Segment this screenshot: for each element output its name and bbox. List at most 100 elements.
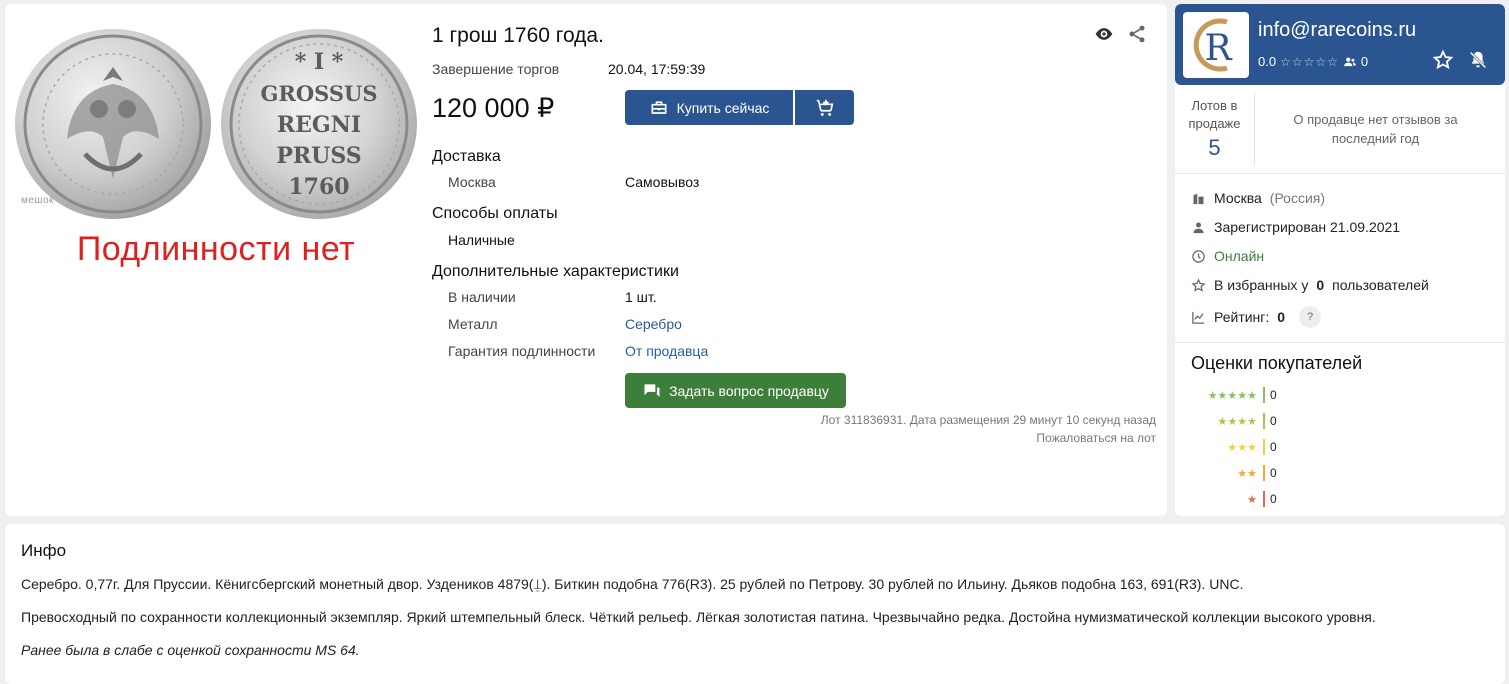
bell-off-icon[interactable] bbox=[1467, 49, 1489, 71]
seller-registered: Зарегистрирован 21.09.2021 bbox=[1191, 219, 1400, 235]
seller-rating: 0.0 ☆☆☆☆☆ 0 bbox=[1258, 54, 1368, 69]
rating-help-button[interactable]: ? bbox=[1299, 306, 1322, 328]
rating-row-5: ★★★★★ 0 bbox=[1195, 386, 1495, 404]
seller-location: Москва (Россия) bbox=[1191, 190, 1325, 206]
rating-stars-4: ★★★★ bbox=[1217, 415, 1257, 428]
seller-status: Онлайн bbox=[1191, 248, 1264, 264]
seller-rating-row: Рейтинг: 0 ? bbox=[1191, 306, 1322, 328]
seller-divider-2 bbox=[1175, 342, 1505, 343]
payment-title: Способы оплаты bbox=[432, 205, 558, 222]
lots-in-sale[interactable]: Лотов в продаже 5 bbox=[1175, 93, 1255, 165]
user-icon bbox=[1193, 222, 1204, 233]
rating-stars-2: ★★ bbox=[1237, 467, 1257, 480]
rating-count-1: 0 bbox=[1270, 492, 1277, 506]
delivery-city: Москва bbox=[448, 174, 496, 190]
char-label-stock: В наличии bbox=[448, 289, 516, 305]
seller-country: (Россия) bbox=[1269, 190, 1326, 206]
coin-obverse-image[interactable] bbox=[15, 29, 211, 219]
char-value-metal-link[interactable]: Серебро bbox=[625, 316, 682, 332]
briefcase-icon bbox=[651, 100, 667, 114]
char-value-stock: 1 шт. bbox=[625, 289, 657, 305]
lot-meta: Лот 311836931. Дата размещения 29 минут … bbox=[820, 413, 1156, 427]
trend-icon bbox=[1192, 311, 1205, 324]
rating-stars-3: ★★★ bbox=[1227, 441, 1257, 454]
star-outline-icon bbox=[1191, 277, 1206, 292]
rating-bar-5 bbox=[1263, 387, 1265, 403]
rating-count-3: 0 bbox=[1270, 440, 1277, 454]
char-label-metal: Металл bbox=[448, 316, 498, 332]
lots-count: 5 bbox=[1208, 135, 1221, 160]
coin-obverse-art bbox=[23, 34, 203, 214]
svg-text:PRUSS: PRUSS bbox=[276, 143, 361, 169]
share-icon[interactable] bbox=[1127, 24, 1147, 44]
lot-price: 120 000 ₽ bbox=[432, 93, 555, 123]
buy-now-button[interactable]: Купить сейчас bbox=[625, 90, 793, 125]
seller-city: Москва bbox=[1214, 190, 1262, 206]
eye-icon[interactable] bbox=[1094, 24, 1114, 44]
delivery-title: Доставка bbox=[432, 148, 501, 165]
auction-end-value: 20.04, 17:59:39 bbox=[608, 61, 706, 77]
favorites-count: 0 bbox=[1316, 277, 1325, 293]
rating-value: 0 bbox=[1277, 309, 1286, 325]
rating-row-4: ★★★★ 0 bbox=[1195, 412, 1495, 430]
lot-title: 1 грош 1760 года. bbox=[432, 24, 604, 47]
rating-row-1: ★ 0 bbox=[1195, 490, 1495, 508]
add-cart-icon bbox=[816, 99, 833, 116]
info-paragraph-1: Серебро. 0,77г. Для Пруссии. Кёнигсбергс… bbox=[21, 576, 1244, 592]
seller-divider-1 bbox=[1175, 173, 1505, 174]
seller-card: R info@rarecoins.ru 0.0 ☆☆☆☆☆ 0 Лотов в … bbox=[1175, 4, 1505, 516]
seller-registered-text: Зарегистрирован 21.09.2021 bbox=[1214, 219, 1401, 235]
seller-name-link[interactable]: info@rarecoins.ru bbox=[1258, 19, 1416, 42]
buy-now-label: Купить сейчас bbox=[676, 99, 770, 116]
complain-link[interactable]: Пожаловаться на лот bbox=[905, 431, 1156, 445]
rating-count-2: 0 bbox=[1270, 466, 1277, 480]
lot-card: * I * GROSSUS REGNI PRUSS 1760 мешок Под… bbox=[5, 4, 1167, 516]
svg-text:REGNI: REGNI bbox=[277, 112, 361, 138]
characteristics-title: Дополнительные характеристики bbox=[432, 263, 679, 280]
rating-bar-4 bbox=[1263, 413, 1265, 429]
seller-logo[interactable]: R bbox=[1183, 12, 1249, 78]
info-paragraph-2: Превосходный по сохранности коллекционны… bbox=[21, 609, 1376, 625]
seller-rating-stars: ☆☆☆☆☆ bbox=[1280, 54, 1339, 69]
reviews-note: О продавце нет отзывов за последний год bbox=[1293, 112, 1458, 146]
image-watermark: мешок bbox=[21, 195, 54, 206]
svg-text:R: R bbox=[1204, 28, 1232, 69]
clock-icon bbox=[1192, 249, 1205, 263]
svg-text:* I *: * I * bbox=[295, 49, 344, 75]
seller-status-text: Онлайн bbox=[1214, 248, 1265, 264]
coin-reverse-image[interactable]: * I * GROSSUS REGNI PRUSS 1760 bbox=[221, 29, 417, 219]
buyer-ratings-title: Оценки покупателей bbox=[1191, 353, 1363, 373]
building-icon bbox=[1193, 193, 1204, 204]
rating-row-3: ★★★ 0 bbox=[1195, 438, 1495, 456]
followers-icon bbox=[1344, 57, 1356, 66]
rating-row-2: ★★ 0 bbox=[1195, 464, 1495, 482]
svg-text:1760: 1760 bbox=[288, 174, 349, 200]
rating-stars-5: ★★★★★ bbox=[1207, 389, 1257, 402]
rating-count-4: 0 bbox=[1270, 414, 1277, 428]
char-label-guarantee: Гарантия подлинности bbox=[448, 343, 596, 359]
seller-header: R info@rarecoins.ru 0.0 ☆☆☆☆☆ 0 bbox=[1175, 4, 1505, 85]
favorite-star-icon[interactable] bbox=[1432, 49, 1454, 71]
auction-end-label: Завершение торгов bbox=[432, 61, 560, 77]
ask-seller-button[interactable]: Задать вопрос продавцу bbox=[625, 373, 846, 408]
lots-label: Лотов в продаже bbox=[1188, 98, 1241, 131]
rating-label: Рейтинг: bbox=[1214, 309, 1270, 325]
favorites-prefix: В избранных у bbox=[1214, 277, 1309, 293]
authenticity-note: Подлинности нет bbox=[76, 230, 356, 268]
info-note: Ранее была в слабе с оценкой сохранности… bbox=[21, 642, 360, 658]
rating-bar-1 bbox=[1263, 491, 1265, 507]
payment-method: Наличные bbox=[448, 232, 515, 248]
rating-count-5: 0 bbox=[1270, 388, 1277, 402]
rating-bar-2 bbox=[1263, 465, 1265, 481]
svg-text:GROSSUS: GROSSUS bbox=[260, 81, 377, 106]
delivery-method: Самовывоз bbox=[625, 174, 700, 190]
favorites-suffix: пользователей bbox=[1332, 277, 1429, 293]
followers-count: 0 bbox=[1360, 54, 1369, 69]
chat-icon bbox=[644, 383, 660, 397]
info-title: Инфо bbox=[21, 541, 67, 560]
char-value-guarantee-link[interactable]: От продавца bbox=[625, 343, 708, 359]
seller-rating-value: 0.0 bbox=[1258, 54, 1277, 69]
add-to-cart-button[interactable] bbox=[795, 90, 854, 125]
seller-favorites: В избранных у 0 пользователей bbox=[1191, 277, 1429, 293]
rating-stars-1: ★ bbox=[1247, 493, 1257, 506]
